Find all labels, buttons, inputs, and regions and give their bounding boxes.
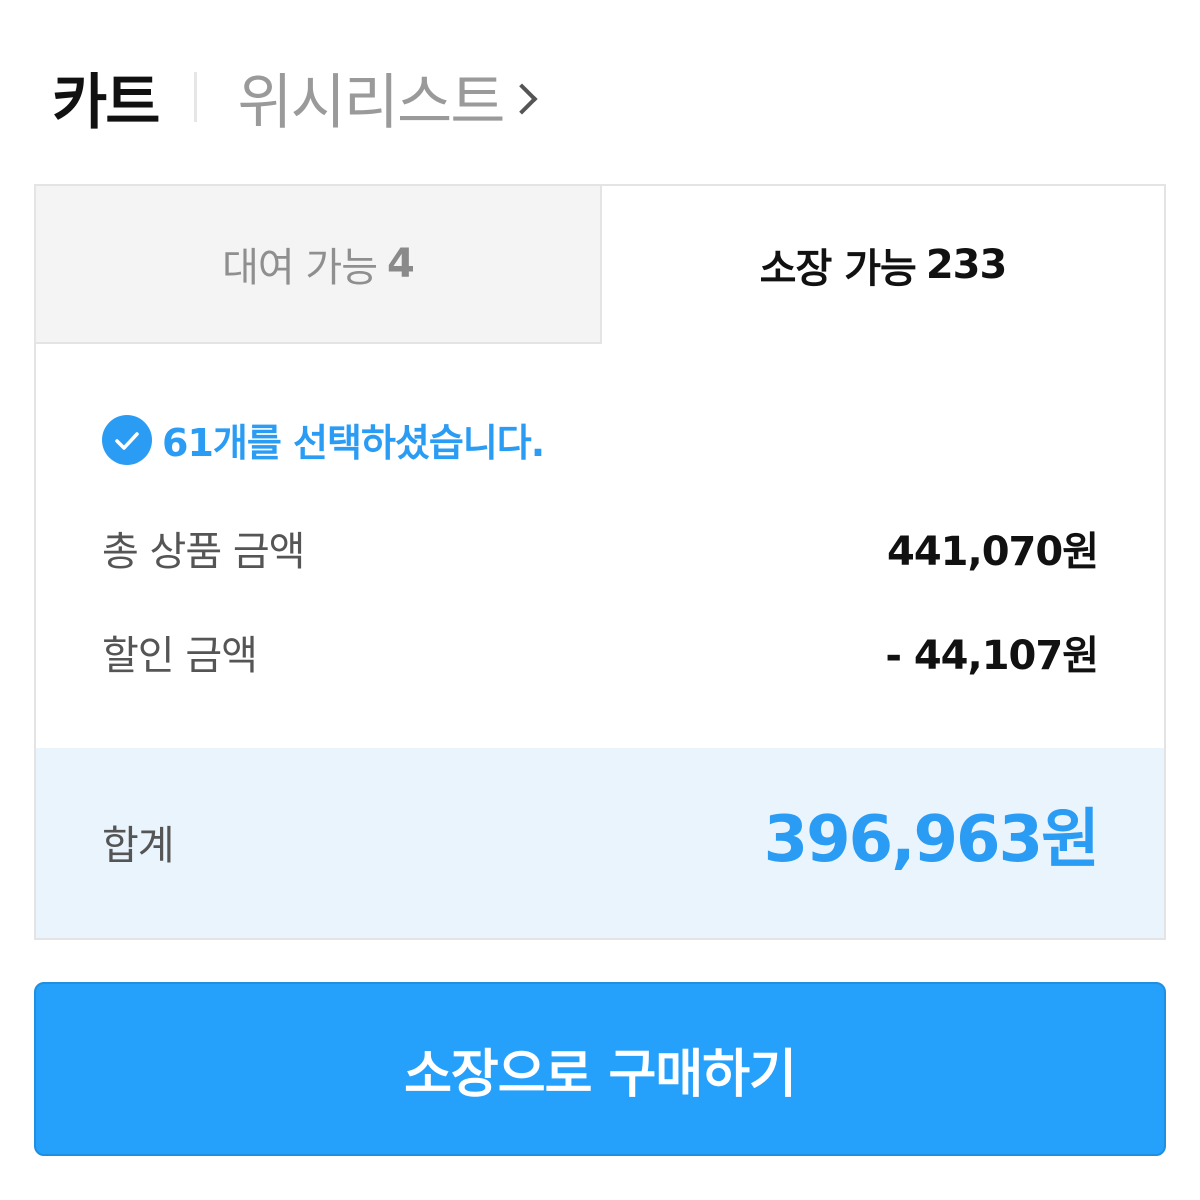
tab-rental-label: 대여 가능	[222, 245, 378, 291]
sum-box: 합계 396,963원	[36, 748, 1164, 938]
tab-own[interactable]: 소장 가능 233	[602, 186, 1164, 344]
cart-title: 카트	[52, 67, 160, 138]
chevron-right-icon	[506, 83, 538, 115]
check-circle-icon	[102, 414, 152, 465]
tab-rental-count: 4	[387, 241, 415, 287]
tab-own-count: 233	[925, 242, 1007, 288]
cart-page: 카트 위시리스트 대여 가능 4 소장 가능 233 61개를 선택하셨습니다.	[0, 0, 1200, 1200]
total-price-label: 총 상품 금액	[102, 529, 305, 575]
wishlist-label: 위시리스트	[237, 67, 505, 138]
sum-label: 합계	[102, 823, 175, 869]
buy-to-own-button[interactable]: 소장으로 구매하기	[34, 982, 1166, 1156]
total-price-value: 441,070원	[887, 529, 1099, 575]
discount-label: 할인 금액	[102, 633, 258, 679]
cart-summary-card: 대여 가능 4 소장 가능 233 61개를 선택하셨습니다. 총 상품 금액 …	[34, 184, 1166, 940]
page-header: 카트 위시리스트	[52, 52, 538, 142]
tab-rental[interactable]: 대여 가능 4	[36, 186, 602, 344]
selection-count-text: 61개를 선택하셨습니다.	[162, 421, 545, 465]
discount-value: - 44,107원	[885, 633, 1099, 679]
discount-row: 할인 금액 - 44,107원	[102, 622, 1099, 682]
wishlist-link[interactable]: 위시리스트	[237, 54, 538, 141]
sum-value: 396,963원	[763, 803, 1100, 877]
total-price-row: 총 상품 금액 441,070원	[102, 518, 1099, 578]
selection-status: 61개를 선택하셨습니다.	[102, 412, 545, 467]
cart-tabs: 대여 가능 4 소장 가능 233	[36, 186, 1164, 344]
tab-own-label: 소장 가능	[759, 246, 917, 292]
header-divider	[194, 72, 198, 122]
buy-button-label: 소장으로 구매하기	[404, 1044, 797, 1105]
